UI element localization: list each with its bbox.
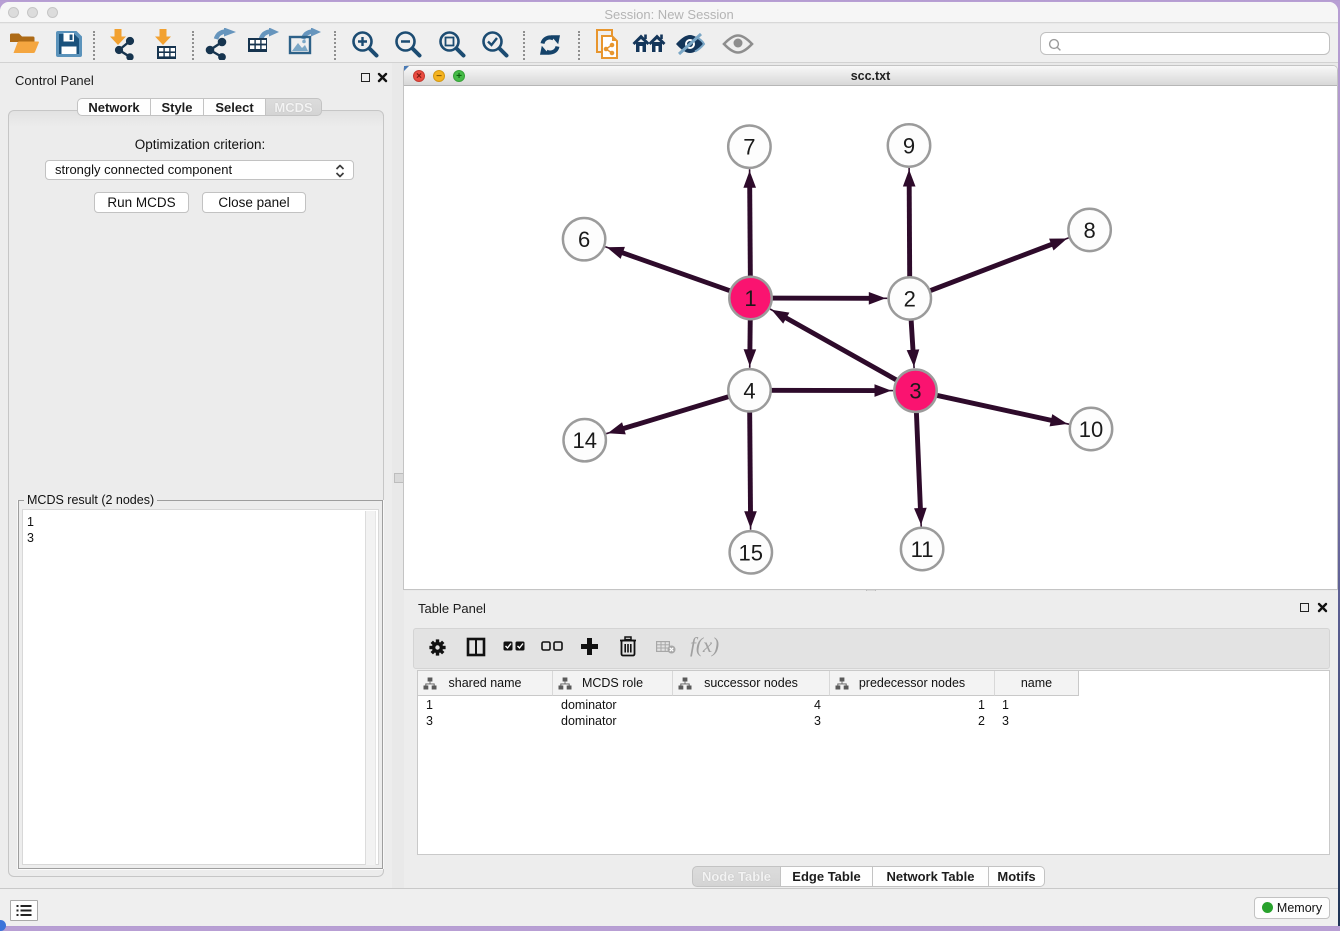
svg-text:3: 3 [909,379,921,404]
svg-text:14: 14 [572,428,596,453]
svg-text:11: 11 [911,537,934,562]
svg-text:6: 6 [578,227,590,252]
svg-text:4: 4 [743,378,755,403]
svg-text:10: 10 [1079,417,1103,442]
svg-text:2: 2 [904,286,916,311]
svg-text:7: 7 [743,135,755,160]
svg-text:15: 15 [739,540,763,565]
svg-text:8: 8 [1083,218,1095,243]
svg-text:1: 1 [744,286,756,311]
svg-text:9: 9 [903,134,915,159]
